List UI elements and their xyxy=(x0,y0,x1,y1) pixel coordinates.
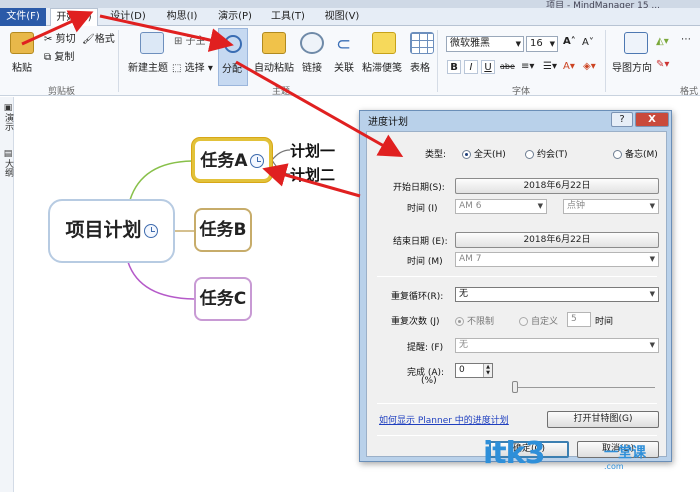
arrow-to-dialog xyxy=(235,60,404,157)
watermark-logo: itk3 xyxy=(483,436,545,471)
watermark-cn: 一堂课 xyxy=(604,445,646,461)
watermark-url: .com xyxy=(604,462,624,471)
arrow-to-assign xyxy=(99,14,234,52)
arrow-to-home-tab xyxy=(21,10,94,46)
arrow-to-task-a xyxy=(262,163,361,198)
annotation-arrows xyxy=(21,10,404,198)
